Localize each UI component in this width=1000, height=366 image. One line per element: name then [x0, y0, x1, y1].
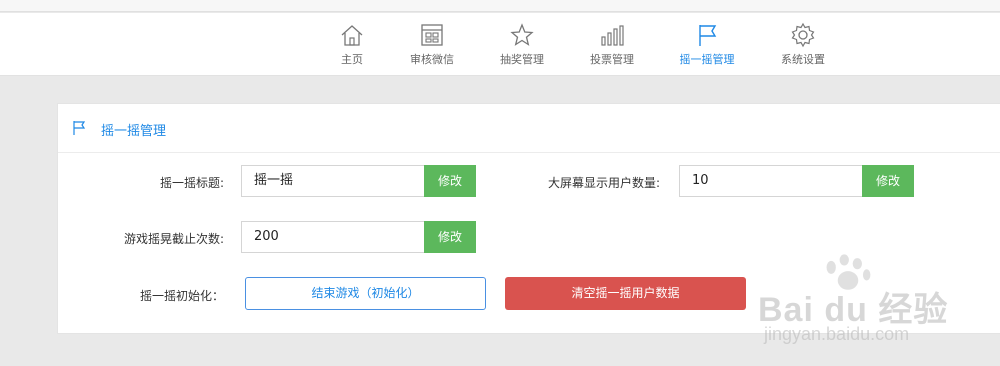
flag-icon	[72, 120, 86, 136]
gear-icon	[790, 22, 816, 48]
shake-title-label: 摇一摇标题:	[159, 176, 224, 190]
top-strip	[0, 0, 1000, 12]
shake-count-input[interactable]: 200	[241, 221, 425, 253]
watermark-url: jingyan.baidu.com	[764, 324, 910, 344]
flag-icon	[694, 22, 720, 48]
end-game-button[interactable]: 结束游戏（初始化）	[245, 277, 486, 310]
nav-item-home[interactable]: 主页	[307, 22, 397, 67]
screen-users-edit-button[interactable]: 修改	[862, 165, 914, 197]
nav-item-review[interactable]: 审核微信	[387, 22, 477, 67]
nav-label: 抽奖管理	[500, 53, 544, 66]
nav-label: 主页	[341, 53, 363, 66]
nav-label: 审核微信	[410, 53, 454, 66]
baidu-watermark: Bai du 经验 jingyan.baidu.com	[758, 254, 988, 352]
shake-title-edit-button[interactable]: 修改	[424, 165, 476, 197]
clear-users-button[interactable]: 清空摇一摇用户数据	[505, 277, 746, 310]
shake-title-input[interactable]: 摇一摇	[241, 165, 425, 197]
screen-users-input[interactable]: 10	[679, 165, 863, 197]
home-icon	[339, 22, 365, 48]
shake-count-edit-button[interactable]: 修改	[424, 221, 476, 253]
nav-item-settings[interactable]: 系统设置	[758, 22, 848, 67]
nav-label: 系统设置	[781, 53, 825, 66]
nav-label: 投票管理	[590, 53, 634, 66]
top-navbar: 主页 审核微信 抽奖管理 投票管理 摇一摇管理 系统设置	[0, 13, 1000, 76]
nav-item-shake[interactable]: 摇一摇管理	[662, 22, 752, 67]
screen-users-label: 大屏幕显示用户数量:	[547, 176, 660, 190]
shake-init-label: 摇一摇初始化：	[139, 289, 224, 303]
shake-count-label: 游戏摇晃截止次数:	[123, 232, 224, 246]
nav-item-voting[interactable]: 投票管理	[567, 22, 657, 67]
nav-label: 摇一摇管理	[679, 53, 735, 66]
review-icon	[419, 22, 445, 48]
bar-chart-icon	[599, 22, 625, 48]
panel-title: 摇一摇管理	[101, 124, 167, 139]
nav-item-lottery[interactable]: 抽奖管理	[477, 22, 567, 67]
star-icon	[509, 22, 535, 48]
panel-header: 摇一摇管理	[58, 104, 1000, 153]
